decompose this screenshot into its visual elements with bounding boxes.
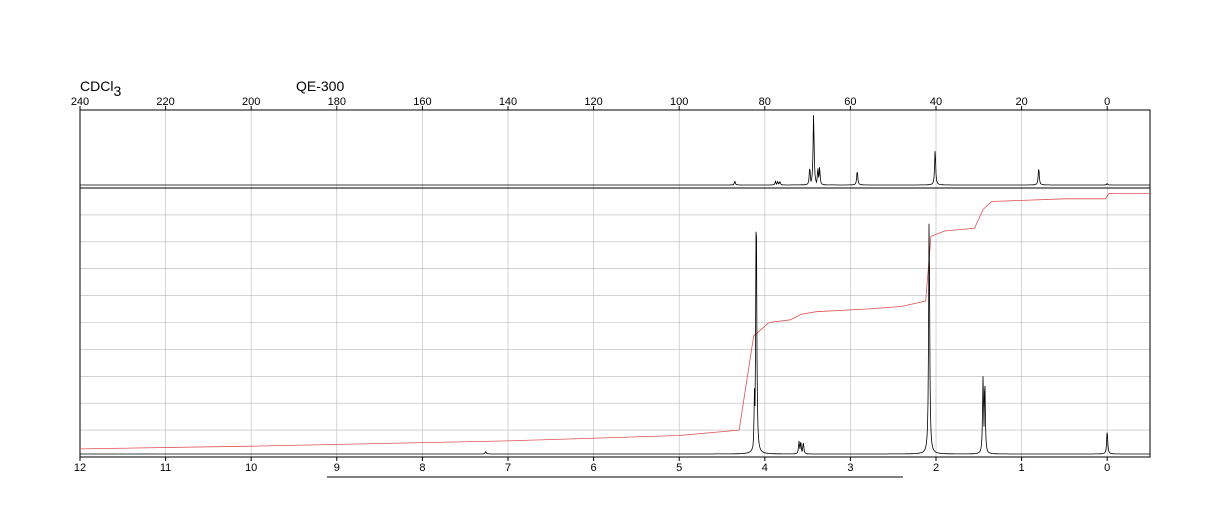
c13-tick-label: 180 — [328, 96, 346, 108]
c13-tick-label: 60 — [844, 96, 856, 108]
c13-tick-label: 80 — [759, 96, 771, 108]
c13-panel-frame — [79, 109, 1151, 189]
c13-tick-label: 0 — [1104, 96, 1110, 108]
h1-tick-label: 1 — [1019, 462, 1025, 474]
c13-tick-label: 100 — [670, 96, 688, 108]
c13-tick-label: 160 — [413, 96, 431, 108]
c13-tick-label: 240 — [71, 96, 89, 108]
c13-tick-label: 140 — [499, 96, 517, 108]
h1-spectrum-line — [80, 223, 1150, 455]
h1-trace — [80, 223, 1150, 455]
h1-tick-label: 3 — [847, 462, 853, 474]
h1-integral-curve — [79, 193, 1150, 450]
c13-tick-label: 120 — [584, 96, 602, 108]
h1-tick-label: 10 — [245, 462, 257, 474]
h1-tick-label: 5 — [676, 462, 682, 474]
h1-tick-label: 12 — [74, 462, 86, 474]
h1-tick-label: 6 — [591, 462, 597, 474]
c13-trace — [80, 115, 1150, 186]
h1-integral-group — [79, 193, 1150, 450]
h1-tick-label: 11 — [160, 462, 171, 474]
c13-tick-label: 200 — [242, 96, 260, 108]
h1-tick-label: 0 — [1104, 462, 1110, 474]
c13-tick-label: 220 — [156, 96, 174, 108]
h1-tick-label: 9 — [334, 462, 340, 474]
h1-grid — [79, 188, 1150, 457]
h1-tick-label: 4 — [762, 462, 768, 474]
c13-grid — [79, 110, 1108, 188]
c13-tick-label: 40 — [930, 96, 942, 108]
h1-tick-label: 8 — [419, 462, 425, 474]
c13-tick-label: 20 — [1015, 96, 1027, 108]
h1-tick-label: 7 — [505, 462, 511, 474]
c13-axis-ticks: 240 220 200 180 160 140 120 100 80 60 40 20 0 — [71, 96, 1110, 110]
nmr-spectra-chart: 240 220 200 180 160 140 120 100 80 60 40 20 0 12 11 10… — [71, 96, 1151, 478]
c13-spectrum-line — [80, 115, 1150, 186]
h1-axis-ticks: 12 11 10 9 8 7 6 5 4 3 2 1 0 — [74, 457, 1110, 474]
h1-tick-label: 2 — [933, 462, 939, 474]
